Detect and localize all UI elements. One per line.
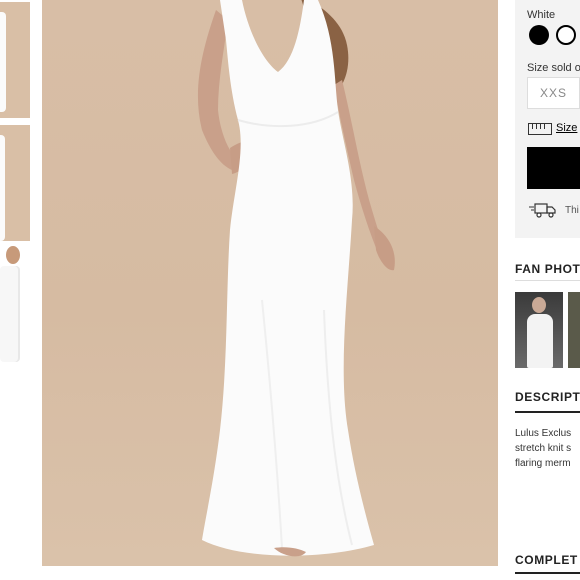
divider: [515, 280, 580, 281]
delivery-truck-icon: [529, 203, 556, 218]
divider: [515, 411, 580, 413]
thumbnail-2[interactable]: [0, 125, 30, 242]
thumbnail-1[interactable]: [0, 2, 30, 119]
description-heading: DESCRIPT: [515, 390, 580, 404]
ruler-icon: [528, 123, 552, 135]
size-option-xxs[interactable]: XXS: [527, 77, 580, 109]
add-to-bag-button[interactable]: [527, 147, 580, 189]
divider: [515, 572, 580, 574]
thumbnail-3[interactable]: [0, 246, 30, 363]
description-line: flaring merm: [515, 458, 571, 469]
thumbnail-strip: [0, 0, 32, 580]
complete-the-look-heading: COMPLET: [515, 553, 578, 567]
white-swatch[interactable]: [556, 25, 576, 45]
shipping-text: Thi: [565, 205, 579, 216]
size-guide-link[interactable]: Size: [556, 122, 577, 134]
black-swatch[interactable]: [529, 25, 549, 45]
main-product-photo[interactable]: [42, 0, 498, 566]
fan-photo-1[interactable]: [515, 292, 563, 368]
fan-photos-heading: FAN PHOT: [515, 262, 580, 276]
size-label: Size sold o: [527, 62, 580, 74]
color-label: White: [527, 9, 556, 21]
fan-photo-2[interactable]: [568, 292, 580, 368]
description-line: Lulus Exclus: [515, 428, 572, 439]
model-in-dress-illustration: [197, 0, 395, 557]
description-line: stretch knit s: [515, 443, 572, 454]
